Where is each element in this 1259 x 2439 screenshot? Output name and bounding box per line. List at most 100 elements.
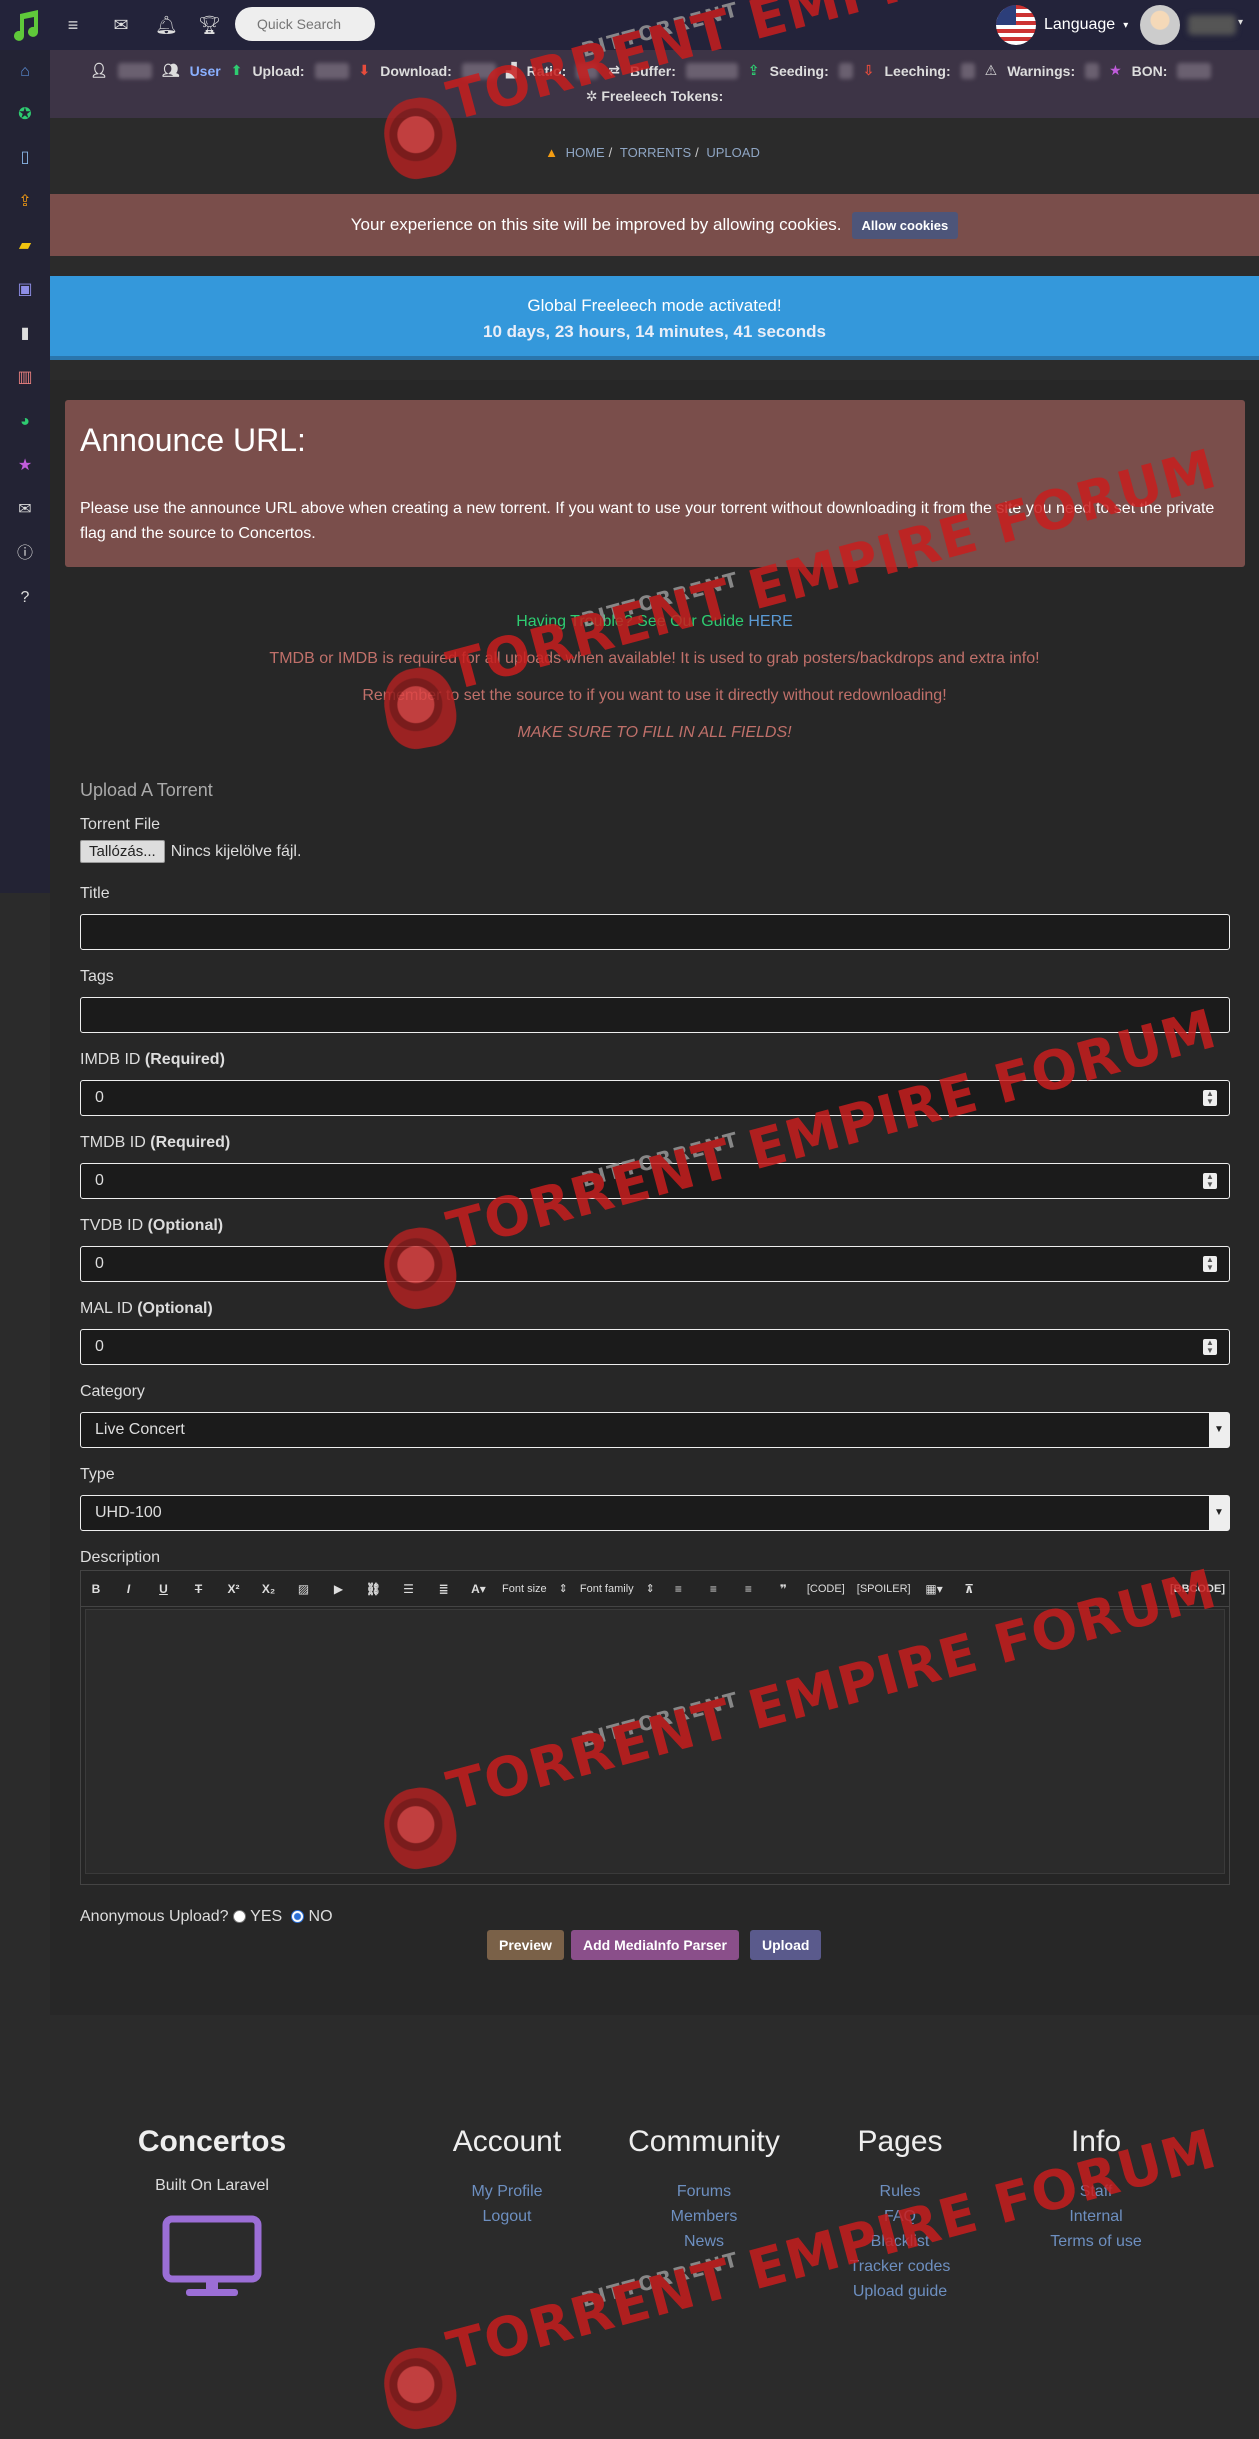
language-dropdown[interactable]: Language ▾: [996, 5, 1128, 45]
torch-icon: ▲: [545, 145, 559, 160]
members-link[interactable]: Members: [604, 2204, 804, 2229]
strikethrough-icon[interactable]: T: [181, 1582, 216, 1596]
question-icon[interactable]: ?: [15, 588, 35, 608]
quote-icon[interactable]: ❞: [766, 1582, 801, 1596]
image-icon[interactable]: ▨: [286, 1582, 321, 1596]
quick-search-input[interactable]: [235, 7, 375, 41]
music-note-logo-icon[interactable]: [8, 8, 44, 44]
upload-guide-link[interactable]: Upload guide: [800, 2279, 1000, 2304]
youtube-icon[interactable]: ▶: [321, 1582, 356, 1596]
chevron-down-icon[interactable]: ▾: [1238, 17, 1243, 28]
tmdb-label: TMDB ID (Required): [80, 1134, 230, 1152]
align-right-icon[interactable]: ≡: [731, 1582, 766, 1596]
faq-link[interactable]: FAQ: [800, 2204, 1000, 2229]
home-icon[interactable]: ⌂: [15, 62, 35, 82]
yes-label: YES: [250, 1908, 283, 1925]
info-title: Info: [1070, 2125, 1122, 2158]
hamburger-menu-icon[interactable]: ≡: [62, 14, 84, 36]
mal-input[interactable]: 0 ▲ ▼: [80, 1329, 1230, 1365]
avatar[interactable]: [1140, 5, 1180, 45]
guide-link[interactable]: HERE: [748, 613, 792, 630]
star-icon: ★: [1109, 62, 1122, 78]
numbered-list-icon[interactable]: ≣: [426, 1582, 461, 1596]
upload-heading: Upload A Torrent: [80, 780, 213, 800]
file-icon[interactable]: ▯: [15, 148, 35, 168]
yes-radio[interactable]: [233, 1910, 246, 1924]
trophy-icon[interactable]: 🏆︎: [198, 14, 221, 36]
bold-icon[interactable]: B: [81, 1582, 111, 1596]
tmdb-input[interactable]: 0 ▲ ▼: [80, 1163, 1230, 1199]
logout-link[interactable]: Logout: [407, 2204, 607, 2229]
allow-cookies-button[interactable]: Allow cookies: [851, 211, 959, 239]
type-select[interactable]: UHD-100 ▼: [80, 1495, 1230, 1531]
folder-icon[interactable]: ▰: [15, 236, 35, 256]
subscript-icon[interactable]: X₂: [251, 1582, 286, 1596]
bookmark-icon[interactable]: ▮: [15, 324, 35, 344]
bullet-list-icon[interactable]: ☰: [391, 1582, 426, 1596]
user-icon: 👤︎: [90, 62, 108, 78]
tvdb-input[interactable]: 0 ▲ ▼: [80, 1246, 1230, 1282]
code-button[interactable]: [CODE]: [807, 1583, 845, 1595]
tracker-codes-link[interactable]: Tracker codes: [800, 2254, 1000, 2279]
no-radio[interactable]: [291, 1910, 305, 1924]
torrent-file-input[interactable]: Tallózás... Nincs kijelölve fájl.: [80, 840, 301, 863]
spinner-icon[interactable]: ▲ ▼: [1203, 1173, 1217, 1189]
browse-button[interactable]: Tallózás...: [80, 840, 165, 863]
font-size-select[interactable]: Font size: [502, 1583, 547, 1595]
my-profile-link[interactable]: My Profile: [407, 2179, 607, 2204]
username-blurred: [117, 62, 152, 79]
bbcode-toggle[interactable]: [BBCODE]: [1170, 1583, 1225, 1595]
forums-link[interactable]: Forums: [604, 2179, 804, 2204]
news-link[interactable]: News: [604, 2229, 804, 2254]
spinner-icon[interactable]: ▲ ▼: [1203, 1339, 1217, 1355]
bar-chart-icon[interactable]: ▥: [15, 368, 35, 388]
community-title: Community: [628, 2125, 780, 2158]
gift-icon[interactable]: ▣: [15, 280, 35, 300]
mail-icon[interactable]: ✉: [15, 500, 35, 520]
italic-icon[interactable]: I: [111, 1582, 146, 1596]
upload-button[interactable]: Upload: [750, 1930, 822, 1960]
info-icon[interactable]: ⓘ: [15, 544, 35, 564]
upload-value-blurred: [314, 62, 349, 79]
add-mediainfo-button[interactable]: Add MediaInfo Parser: [571, 1930, 739, 1960]
spinner-icon[interactable]: ▲ ▼: [1203, 1256, 1217, 1272]
font-color-icon[interactable]: A▾: [461, 1582, 496, 1596]
award-icon[interactable]: ✪: [15, 105, 35, 125]
pie-chart-icon[interactable]: ◕: [15, 412, 35, 432]
envelope-icon[interactable]: ✉: [110, 14, 132, 36]
role-label: User: [189, 62, 221, 79]
seeding-icon: ⇪: [747, 62, 760, 78]
staff-link[interactable]: Staff: [996, 2179, 1196, 2204]
strike-align-icon[interactable]: ⊼: [952, 1582, 987, 1596]
bell-icon[interactable]: 🔔︎: [155, 14, 178, 36]
terms-link[interactable]: Terms of use: [996, 2229, 1196, 2254]
tags-input[interactable]: [80, 997, 1230, 1033]
title-input[interactable]: [80, 914, 1230, 950]
description-label: Description: [80, 1549, 161, 1566]
star-icon[interactable]: ★: [15, 456, 35, 476]
spinner-icon[interactable]: ▲ ▼: [1203, 1090, 1217, 1106]
username-blurred[interactable]: [1188, 15, 1236, 35]
align-center-icon[interactable]: ≡: [696, 1582, 731, 1596]
bon-value-blurred: [1177, 62, 1212, 79]
upload-icon[interactable]: ⇪: [15, 192, 35, 212]
align-left-icon[interactable]: ≡: [661, 1582, 696, 1596]
underline-icon[interactable]: U: [146, 1582, 181, 1596]
exchange-icon: ⇄: [608, 62, 621, 78]
blacklist-link[interactable]: Blacklist: [800, 2229, 1000, 2254]
imdb-input[interactable]: 0 ▲ ▼: [80, 1080, 1230, 1116]
table-icon[interactable]: ▦▾: [917, 1582, 952, 1596]
category-select[interactable]: Live Concert ▼: [80, 1412, 1230, 1448]
superscript-icon[interactable]: X²: [216, 1582, 251, 1596]
link-icon[interactable]: ⛓: [356, 1582, 391, 1596]
font-family-select[interactable]: Font family: [580, 1583, 634, 1595]
description-textarea[interactable]: [85, 1609, 1225, 1874]
breadcrumb-torrents[interactable]: Torrents: [620, 145, 691, 160]
breadcrumb-home[interactable]: Home: [566, 145, 605, 160]
spoiler-button[interactable]: [SPOILER]: [857, 1583, 911, 1595]
internal-link[interactable]: Internal: [996, 2204, 1196, 2229]
preview-button[interactable]: Preview: [487, 1930, 564, 1960]
tmdb-value: 0: [95, 1172, 104, 1189]
breadcrumb-upload[interactable]: Upload: [706, 145, 759, 160]
rules-link[interactable]: Rules: [800, 2179, 1000, 2204]
